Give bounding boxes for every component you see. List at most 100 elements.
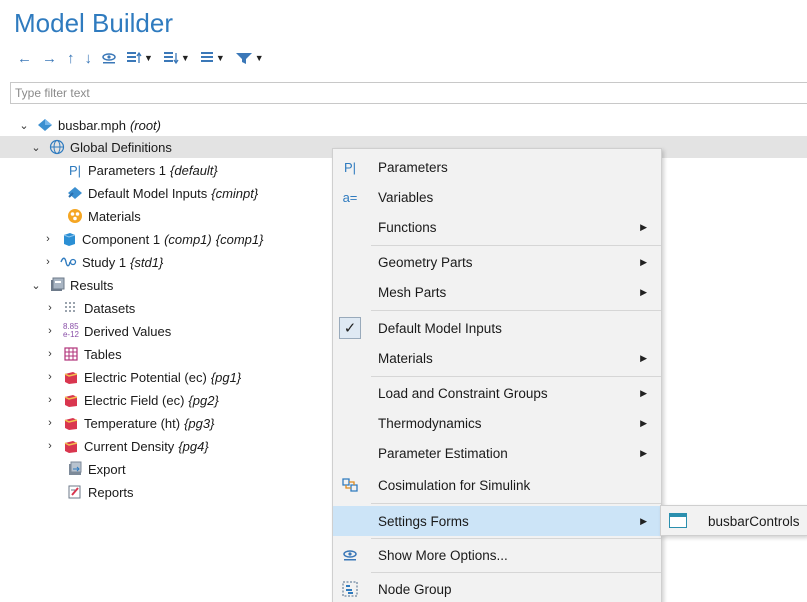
tree-label: Tables — [84, 346, 122, 362]
tree-node-root[interactable]: ⌄ busbar.mph (root) — [0, 114, 807, 136]
menu-item-show-more-options[interactable]: Show More Options... — [333, 540, 661, 570]
chevron-right-icon[interactable]: › — [44, 417, 56, 429]
menu-separator — [371, 310, 661, 311]
menu-item-functions[interactable]: Functions ▶ — [333, 212, 661, 242]
submenu-arrow-icon: ▶ — [640, 417, 647, 428]
collapse-sections-icon[interactable]: ▼ — [160, 48, 193, 68]
submenu-arrow-icon: ▶ — [640, 447, 647, 458]
tree-tag: {cminpt} — [211, 185, 259, 201]
variables-icon: a= — [342, 189, 358, 205]
tree-label: Component 1 — [82, 231, 161, 247]
materials-icon — [66, 208, 84, 224]
study-icon — [60, 254, 78, 270]
chevron-right-icon[interactable]: › — [44, 394, 56, 406]
chevron-right-icon[interactable]: › — [42, 256, 54, 268]
menu-item-load-constraint-groups[interactable]: Load and Constraint Groups ▶ — [333, 378, 661, 408]
tree-label: Reports — [88, 484, 134, 500]
tree-label: busbar.mph — [58, 117, 126, 133]
menu-separator — [371, 538, 661, 539]
filter-nodes-icon[interactable]: ▼ — [232, 48, 267, 68]
expand-sections-icon[interactable]: ▼ — [123, 48, 156, 68]
plot-group-icon — [62, 369, 80, 385]
chevron-down-icon: ▼ — [215, 53, 225, 63]
submenu-item-label: busbarControls — [708, 513, 800, 529]
chevron-down-icon[interactable]: ⌄ — [18, 119, 30, 132]
tree-tag: {pg4} — [178, 438, 209, 454]
back-arrow-icon[interactable]: ← — [14, 48, 35, 68]
tree-label: Materials — [88, 208, 141, 224]
tree-tag: {default} — [170, 162, 218, 178]
tree-label: Results — [70, 277, 114, 293]
menu-item-thermodynamics[interactable]: Thermodynamics ▶ — [333, 408, 661, 438]
chevron-down-icon: ▼ — [254, 53, 264, 63]
menu-item-label: Functions — [378, 219, 437, 235]
chevron-right-icon[interactable]: › — [42, 233, 54, 245]
submenu-arrow-icon: ▶ — [640, 256, 647, 267]
submenu-item-busbar-controls[interactable]: busbarControls — [663, 507, 807, 535]
menu-separator — [371, 376, 661, 377]
show-more-options-icon[interactable] — [99, 48, 119, 68]
results-icon — [48, 277, 66, 293]
menu-item-settings-forms[interactable]: Settings Forms ▶ — [333, 506, 661, 536]
form-folder-icon — [669, 513, 687, 528]
menu-item-label: Mesh Parts — [378, 284, 447, 300]
parameters-icon: P| — [343, 159, 357, 175]
down-arrow-icon[interactable]: ↓ — [82, 48, 96, 68]
submenu-arrow-icon: ▶ — [640, 387, 647, 398]
menu-item-mesh-parts[interactable]: Mesh Parts ▶ — [333, 277, 661, 307]
tree-label: Electric Field (ec) — [84, 392, 185, 408]
chevron-right-icon[interactable]: › — [44, 325, 56, 337]
filter-input[interactable] — [11, 83, 807, 103]
menu-separator — [371, 572, 661, 573]
menu-item-label: Variables — [378, 189, 434, 205]
default-model-inputs-icon — [66, 185, 84, 201]
menu-item-parameters[interactable]: P| Parameters — [333, 152, 661, 182]
chevron-down-icon[interactable]: ⌄ — [30, 279, 42, 292]
menu-item-label: Materials — [378, 350, 433, 366]
parameters-icon: P| — [68, 162, 82, 178]
chevron-right-icon[interactable]: › — [44, 440, 56, 452]
up-arrow-icon[interactable]: ↑ — [64, 48, 78, 68]
chevron-down-icon[interactable]: ⌄ — [30, 141, 42, 154]
tree-label: Temperature (ht) — [84, 415, 181, 431]
context-menu: P| Parameters a= Variables Functions ▶ G… — [332, 148, 662, 602]
menu-item-variables[interactable]: a= Variables — [333, 182, 661, 212]
chevron-right-icon[interactable]: › — [44, 371, 56, 383]
menu-item-parameter-estimation[interactable]: Parameter Estimation ▶ — [333, 438, 661, 468]
forward-arrow-icon[interactable]: → — [39, 48, 60, 68]
menu-item-label: Cosimulation for Simulink — [378, 477, 531, 493]
chevron-right-icon[interactable]: › — [44, 348, 56, 360]
menu-item-default-model-inputs[interactable]: ✓ Default Model Inputs — [333, 313, 661, 343]
plot-group-icon — [62, 438, 80, 454]
list-view-icon[interactable]: ▼ — [197, 48, 228, 68]
submenu-arrow-icon: ▶ — [640, 286, 647, 297]
table-icon — [62, 346, 80, 362]
tree-tag: {comp1} — [215, 231, 264, 247]
plot-group-icon — [62, 415, 80, 431]
chevron-down-icon: ▼ — [144, 53, 153, 63]
tree-tag: (comp1) — [164, 231, 212, 247]
submenu-arrow-icon: ▶ — [640, 221, 647, 232]
menu-item-label: Default Model Inputs — [378, 320, 502, 336]
menu-item-label: Thermodynamics — [378, 415, 482, 431]
tree-label: Export — [88, 461, 126, 477]
filter-input-container — [10, 82, 807, 104]
menu-item-label: Parameters — [378, 159, 448, 175]
chevron-right-icon[interactable]: › — [44, 302, 56, 314]
menu-item-label: Node Group — [378, 581, 452, 597]
submenu-arrow-icon: ▶ — [640, 515, 647, 526]
menu-item-materials[interactable]: Materials ▶ — [333, 343, 661, 373]
tree-label: Datasets — [84, 300, 136, 316]
tree-label: Parameters 1 — [88, 162, 167, 178]
menu-item-label: Settings Forms — [378, 513, 469, 529]
menu-item-cosimulation[interactable]: Cosimulation for Simulink — [333, 470, 661, 500]
menu-item-geometry-parts[interactable]: Geometry Parts ▶ — [333, 247, 661, 277]
menu-item-node-group[interactable]: Node Group — [333, 574, 661, 602]
menu-item-label: Show More Options... — [378, 547, 508, 563]
export-icon — [66, 461, 84, 477]
plot-group-icon — [62, 392, 80, 408]
reports-icon — [66, 484, 84, 500]
tree-label: Derived Values — [84, 323, 172, 339]
menu-item-label: Load and Constraint Groups — [378, 385, 548, 401]
tree-label: Global Definitions — [70, 139, 172, 155]
